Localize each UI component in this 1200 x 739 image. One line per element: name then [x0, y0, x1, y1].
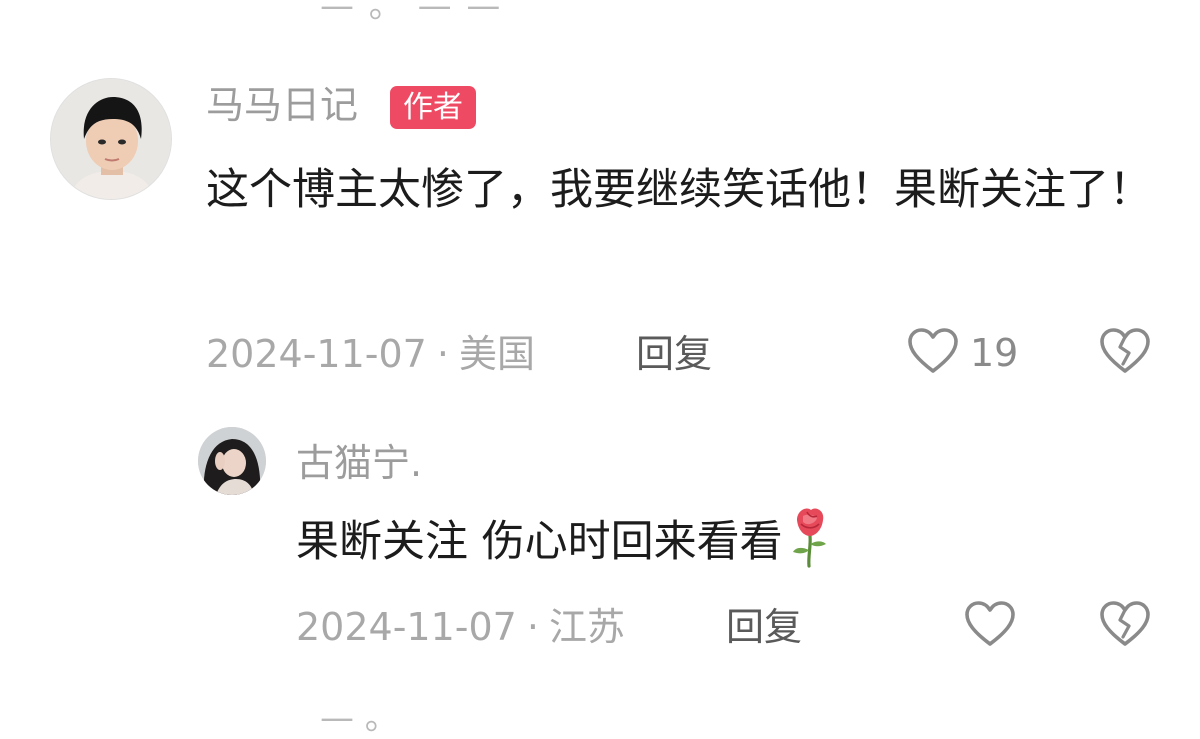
reply-meta: 2024-11-07 · 江苏: [296, 608, 625, 646]
reply-like-button[interactable]: [963, 599, 1017, 653]
broken-heart-icon: [1098, 601, 1152, 653]
commenter-username[interactable]: 马马日记: [206, 86, 358, 124]
heart-outline-icon: [906, 326, 960, 380]
comment-date: 2024-11-07: [206, 332, 427, 376]
meta-separator: ·: [526, 605, 539, 649]
like-button[interactable]: 19: [906, 326, 1018, 380]
avatar-replier[interactable]: [198, 427, 266, 495]
comment-location: 美国: [458, 332, 535, 376]
reply-dislike-button[interactable]: [1098, 599, 1152, 653]
cropped-next-item: — 。: [320, 698, 399, 738]
reply-to-reply-button[interactable]: 回复: [726, 608, 802, 646]
rose-icon: [787, 506, 833, 568]
heart-outline-icon: [963, 599, 1017, 653]
reply-date: 2024-11-07: [296, 605, 517, 649]
broken-heart-icon: [1098, 328, 1152, 380]
author-badge: 作者: [390, 86, 476, 129]
like-count: 19: [970, 331, 1019, 375]
meta-separator: ·: [436, 332, 449, 376]
cropped-previous-comment-meta: — 。 — —: [320, 0, 503, 26]
reply-location: 江苏: [548, 605, 625, 649]
reply-text-content: 果断关注 伤心时回来看看: [296, 517, 783, 567]
replier-username[interactable]: 古猫宁.: [296, 444, 422, 482]
reply-button[interactable]: 回复: [636, 335, 712, 373]
comment-text: 这个博主太惨了，我要继续笑话他！果断关注了！: [206, 165, 1152, 215]
avatar-commenter[interactable]: [50, 78, 172, 200]
reply-text: 果断关注 伤心时回来看看: [296, 500, 996, 584]
dislike-button[interactable]: [1098, 326, 1152, 380]
comment-meta: 2024-11-07 · 美国: [206, 335, 535, 373]
